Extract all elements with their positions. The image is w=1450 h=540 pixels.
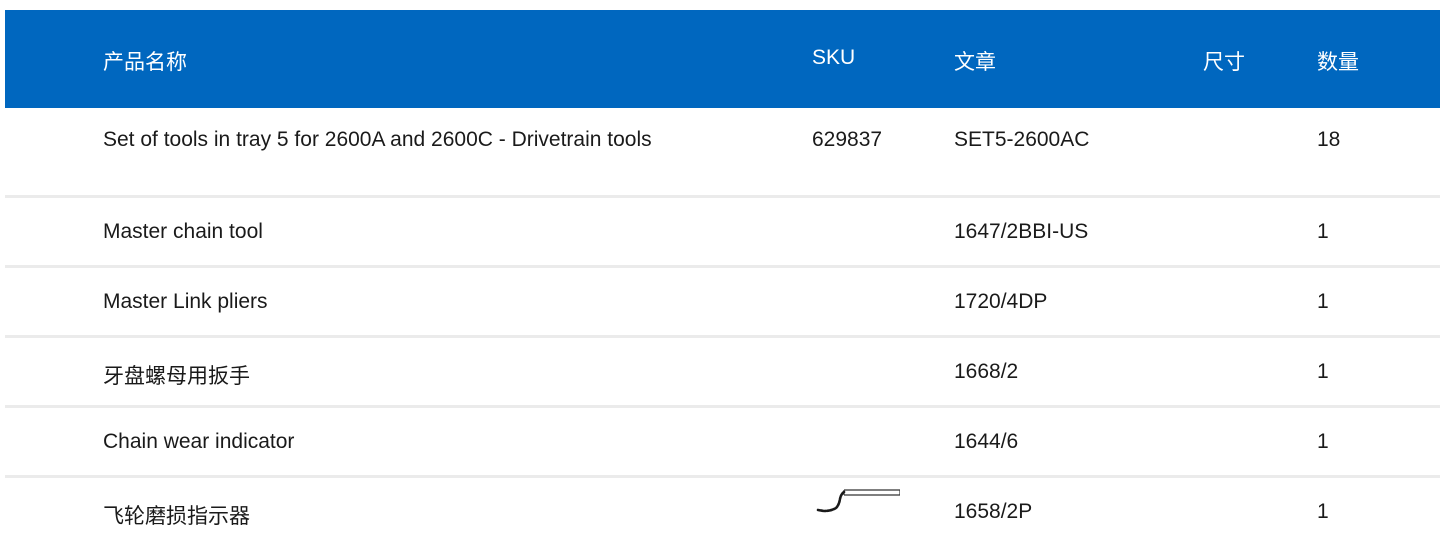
product-sku: 629837 bbox=[812, 128, 883, 151]
product-name[interactable]: Chain wear indicator bbox=[103, 430, 294, 454]
product-quantity: 18 bbox=[1317, 128, 1341, 151]
table-header: 产品名称 SKU 文章 尺寸 数量 bbox=[5, 10, 1440, 108]
product-article: 1668/2 bbox=[954, 360, 1019, 383]
product-table: 产品名称 SKU 文章 尺寸 数量 Set of tools in tray 5… bbox=[5, 10, 1440, 538]
column-header-name[interactable]: 产品名称 bbox=[103, 46, 187, 76]
product-article: SET5-2600AC bbox=[954, 128, 1090, 151]
product-article: 1720/4DP bbox=[954, 290, 1048, 313]
product-quantity: 1 bbox=[1317, 500, 1329, 523]
table-row[interactable]: Set of tools in tray 5 for 2600A and 260… bbox=[5, 108, 1440, 198]
product-name[interactable]: Master Link pliers bbox=[103, 290, 268, 314]
product-name[interactable]: 飞轮磨损指示器 bbox=[103, 500, 250, 530]
chain-whip-tool-icon[interactable] bbox=[810, 485, 900, 513]
table-row[interactable]: Chain wear indicator 1644/6 1 bbox=[5, 408, 1440, 478]
table-row[interactable]: Master Link pliers 1720/4DP 1 bbox=[5, 268, 1440, 338]
column-header-quantity[interactable]: 数量 bbox=[1317, 46, 1359, 76]
product-article: 1644/6 bbox=[954, 430, 1019, 453]
product-quantity: 1 bbox=[1317, 360, 1329, 383]
column-header-sku[interactable]: SKU bbox=[812, 46, 855, 70]
product-article: 1647/2BBI-US bbox=[954, 220, 1089, 243]
product-name[interactable]: Set of tools in tray 5 for 2600A and 260… bbox=[103, 128, 652, 152]
table-row[interactable]: 牙盘螺母用扳手 1668/2 1 bbox=[5, 338, 1440, 408]
product-name[interactable]: 牙盘螺母用扳手 bbox=[103, 360, 250, 390]
product-quantity: 1 bbox=[1317, 220, 1329, 243]
table-row[interactable]: Master chain tool 1647/2BBI-US 1 bbox=[5, 198, 1440, 268]
product-name[interactable]: Master chain tool bbox=[103, 220, 263, 244]
product-article: 1658/2P bbox=[954, 500, 1033, 523]
product-quantity: 1 bbox=[1317, 430, 1329, 453]
column-header-size[interactable]: 尺寸 bbox=[1203, 46, 1245, 76]
column-header-article[interactable]: 文章 bbox=[954, 46, 996, 76]
table-row[interactable]: 飞轮磨损指示器 1658/2P 1 bbox=[5, 478, 1440, 538]
product-quantity: 1 bbox=[1317, 290, 1329, 313]
